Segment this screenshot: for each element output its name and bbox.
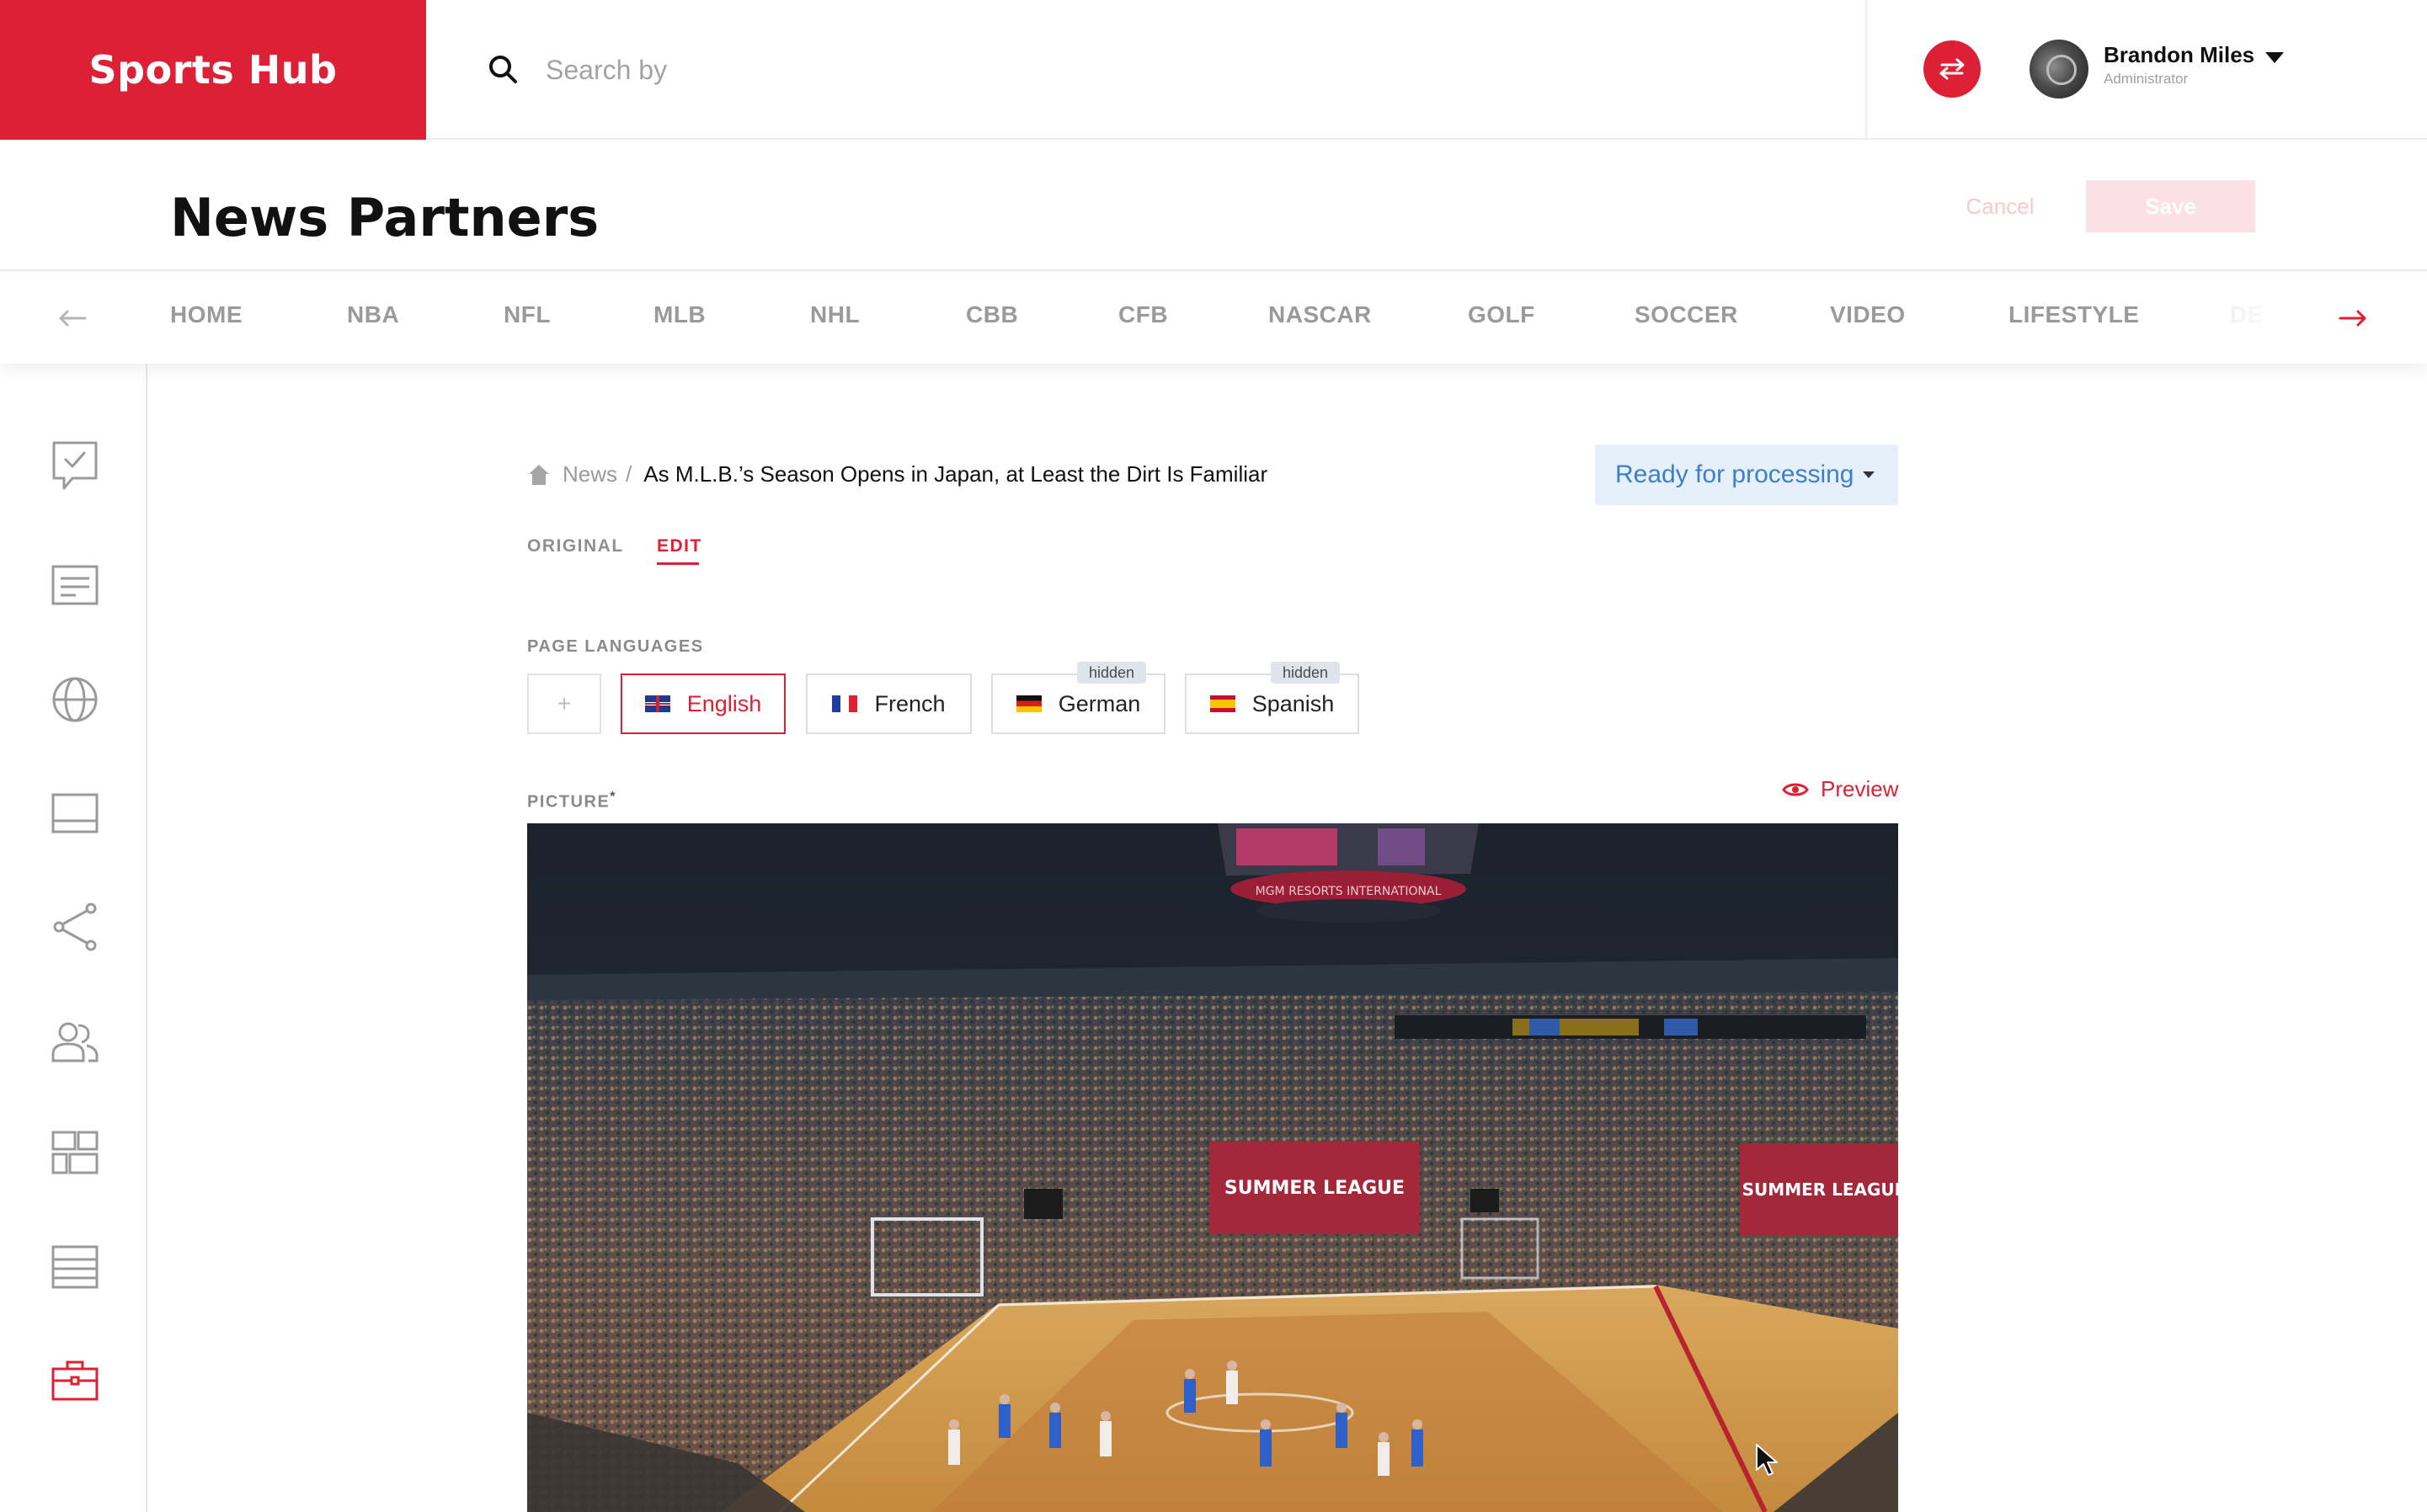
spanish-hidden-badge: hidden [1271, 662, 1341, 684]
preview-button[interactable]: Preview [1782, 776, 1898, 802]
picture-label-text: PICTURE [527, 792, 611, 812]
save-button[interactable]: Save [2086, 180, 2255, 232]
nav-item-nascar[interactable]: NASCAR [1268, 301, 1372, 328]
breadcrumb: News / As M.L.B.’s Season Opens in Japan… [527, 461, 1267, 487]
user-name[interactable]: Brandon Miles [2104, 42, 2254, 68]
status-dropdown[interactable]: Ready for processing [1595, 445, 1898, 505]
nav-item-soccer[interactable]: SOCCER [1635, 301, 1738, 328]
cancel-button[interactable]: Cancel [1937, 180, 2063, 232]
banner-left-text: SUMMER LEAGUE [1224, 1178, 1405, 1199]
nav-fade [2190, 271, 2324, 362]
add-language-button[interactable]: + [527, 673, 601, 734]
header-divider [1865, 0, 1867, 140]
nav-item-cfb[interactable]: CFB [1118, 301, 1168, 328]
language-french-label: French [874, 690, 946, 716]
uk-flag-icon [644, 695, 670, 712]
banner-right-text: SUMMER LEAGUE [1742, 1179, 1898, 1200]
nav-item-golf[interactable]: GOLF [1468, 301, 1535, 328]
articles-icon[interactable] [49, 559, 101, 611]
nav-item-video[interactable]: VIDEO [1830, 301, 1906, 328]
arena-photo: MGM RESORTS INTERNATIONAL SUMMER LEAGUE … [527, 823, 1898, 1512]
brand-logo[interactable]: Sports Hub [0, 0, 426, 140]
left-sidebar [0, 364, 147, 1512]
page-languages-label: PAGE LANGUAGES [527, 637, 704, 656]
swap-arrows-icon [1939, 58, 1965, 80]
breadcrumb-separator: / [626, 461, 632, 487]
language-english-button[interactable]: English [621, 673, 786, 734]
nav-item-lifestyle[interactable]: LIFESTYLE [2008, 301, 2139, 328]
breadcrumb-current: As M.L.B.’s Season Opens in Japan, at Le… [643, 461, 1268, 487]
avatar[interactable] [2030, 40, 2088, 98]
brand-name: Sports Hub [88, 47, 338, 93]
nav-item-mlb[interactable]: MLB [653, 301, 706, 328]
category-nav: HOME NBA NFL MLB NHL CBB CFB NASCAR GOLF… [0, 269, 2427, 364]
germany-flag-icon [1016, 695, 1042, 712]
switch-view-button[interactable] [1923, 40, 1981, 98]
share-icon[interactable] [49, 901, 101, 953]
tab-original[interactable]: ORIGINAL [527, 536, 624, 556]
required-mark: * [610, 790, 617, 804]
user-role: Administrator [2104, 71, 2189, 87]
german-hidden-badge: hidden [1077, 662, 1147, 684]
search-bar [487, 44, 1750, 96]
nav-prev-arrow-icon[interactable] [51, 296, 94, 340]
footer-icon[interactable] [49, 1241, 101, 1293]
survey-check-icon[interactable] [49, 439, 101, 492]
nav-next-arrow-icon[interactable] [2331, 296, 2375, 340]
user-menu-chevron-down-icon[interactable] [2265, 52, 2284, 63]
home-icon[interactable] [527, 463, 551, 487]
language-english-label: English [686, 690, 762, 716]
article-picture[interactable]: MGM RESORTS INTERNATIONAL SUMMER LEAGUE … [527, 823, 1898, 1512]
arena-ring-text: MGM RESORTS INTERNATIONAL [1256, 885, 1442, 898]
search-input[interactable] [546, 54, 1556, 86]
users-icon[interactable] [49, 1015, 101, 1067]
language-german-label: German [1058, 690, 1141, 716]
partners-briefcase-icon[interactable] [49, 1354, 101, 1406]
preview-label: Preview [1821, 776, 1899, 801]
breadcrumb-news-link[interactable]: News [563, 461, 617, 487]
status-value: Ready for processing [1615, 461, 1854, 488]
nav-item-nba[interactable]: NBA [347, 301, 399, 328]
chevron-down-icon [1863, 471, 1875, 478]
globe-icon[interactable] [49, 673, 101, 726]
tab-active-indicator [657, 562, 699, 565]
top-header: Sports Hub Brandon Miles Administrator [0, 0, 2427, 140]
tab-edit[interactable]: EDIT [657, 536, 702, 556]
layout-icon[interactable] [49, 1126, 101, 1179]
mouse-cursor-icon [1756, 1444, 1778, 1476]
nav-item-home[interactable]: HOME [170, 301, 243, 328]
nav-item-cbb[interactable]: CBB [966, 301, 1018, 328]
france-flag-icon [832, 695, 858, 712]
language-spanish-label: Spanish [1251, 690, 1335, 716]
banner-icon[interactable] [49, 787, 101, 839]
spain-flag-icon [1209, 695, 1235, 712]
nav-item-nhl[interactable]: NHL [810, 301, 860, 328]
language-french-button[interactable]: French [806, 673, 972, 734]
picture-label: PICTURE* [527, 790, 616, 812]
search-icon[interactable] [487, 53, 520, 87]
page-title: News Partners [170, 187, 600, 248]
eye-icon [1782, 783, 1809, 796]
nav-item-nfl[interactable]: NFL [504, 301, 551, 328]
